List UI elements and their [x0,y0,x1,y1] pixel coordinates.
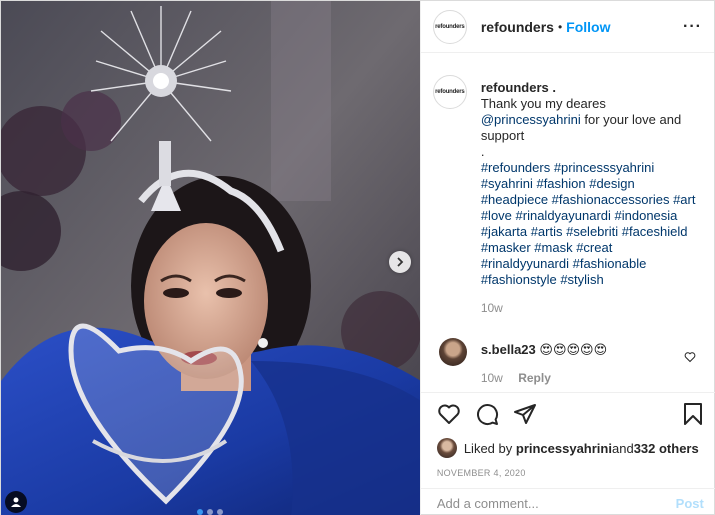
chevron-right-icon [397,257,404,267]
caption-line: Thank you my deares @princessyahrini for… [481,96,701,144]
like-button[interactable] [437,402,461,426]
comment-icon [476,404,498,426]
post-comment-button[interactable]: Post [676,496,704,511]
post-actions: Liked by princessyahrini and 332 others … [420,392,715,478]
comments-section: refounders refounders . Thank you my dea… [421,61,715,385]
caption-age[interactable]: 10w [481,300,701,316]
add-comment-bar: Add a comment... Post [420,488,715,515]
post-photo[interactable] [1,1,420,515]
more-options-button[interactable]: ··· [683,18,702,36]
likes-others[interactable]: 332 others [634,441,699,456]
bookmark-icon [683,403,702,425]
post-side-panel: refounders refounders • Follow ··· refou… [419,1,715,515]
caption-dot: . [480,144,485,159]
reply-button[interactable]: Reply [518,371,551,385]
comment-username[interactable]: s.bella23 [481,342,536,357]
heart-icon [438,404,460,424]
instagram-post: refounders refounders • Follow ··· refou… [0,0,715,515]
next-photo-button[interactable] [389,251,411,273]
comment-item: s.bella23 😍😍😍😍😍 10w Reply [433,336,704,385]
likes-middle: and [611,440,634,456]
save-button[interactable] [682,402,704,426]
post-date[interactable]: NOVEMBER 4, 2020 [437,468,704,478]
comment-like-button[interactable] [684,350,696,368]
carousel-dot-active [197,509,203,515]
caption-avatar[interactable]: refounders [432,75,467,109]
avatar-logo-text: refounders [435,23,465,30]
share-icon [513,404,536,424]
follow-button[interactable]: Follow [566,19,610,35]
heart-icon [684,352,696,363]
portrait-image [1,1,420,515]
carousel-indicator [197,509,223,515]
likes-user[interactable]: princessyahrini [516,441,612,456]
caption-text: refounders . Thank you my deares @prince… [481,80,701,316]
liker-avatar[interactable] [436,438,457,458]
likes-summary: Liked by princessyahrini and 332 others [436,438,704,458]
commenter-avatar[interactable] [438,338,467,366]
carousel-dot [217,509,223,515]
caption-username[interactable]: refounders . [481,80,701,96]
caption-hashtags[interactable]: #refounders #princesssyahrini #syahrini … [481,160,701,288]
caption-mention[interactable]: @princessyahrini [481,112,581,127]
user-tag-icon [11,497,21,507]
comment-meta: 10w Reply [481,371,607,385]
header-separator: • [557,19,563,34]
share-button[interactable] [513,402,537,426]
likes-prefix: Liked by [463,440,513,456]
avatar[interactable]: refounders [432,9,467,44]
comment-line: s.bella23 😍😍😍😍😍 [481,341,607,359]
action-icons [437,401,704,427]
header-username[interactable]: refounders [481,19,554,35]
add-comment-input[interactable]: Add a comment... [437,496,676,511]
tagged-users-button[interactable] [5,491,27,513]
post-header: refounders refounders • Follow ··· [420,1,714,53]
comment-age[interactable]: 10w [481,371,503,385]
comment-body: s.bella23 😍😍😍😍😍 10w Reply [481,341,607,385]
caption-thanks: Thank you my deares [480,96,606,111]
comment-button[interactable] [475,402,499,426]
caption-avatar-logo-text: refounders [435,89,465,95]
caption: refounders refounders . Thank you my dea… [432,61,704,316]
comment-text: 😍😍😍😍😍 [539,342,608,357]
carousel-dot [207,509,213,515]
